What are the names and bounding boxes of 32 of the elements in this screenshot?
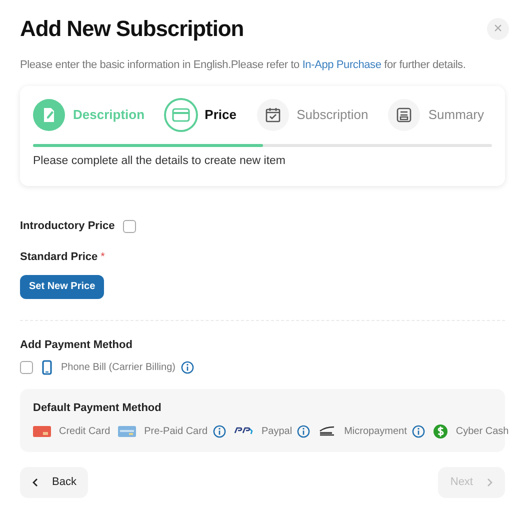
payment-method-label: Paypal — [262, 424, 292, 439]
payment-method-label: Pre-Paid Card — [144, 424, 208, 439]
card-icon — [118, 426, 136, 437]
required-mark: * — [100, 250, 105, 266]
intro-text: Please enter the basic information in English.Please refer to In-App Purchase for further details. — [20, 58, 467, 73]
in-app-purchase-link[interactable]: In-App Purchase — [302, 59, 382, 71]
checkbox[interactable] — [20, 361, 33, 374]
progress-hint: Please complete all the details to create new item — [33, 154, 286, 168]
phone-icon — [42, 360, 52, 376]
micropayment-icon — [318, 426, 336, 436]
credit-card-icon — [33, 426, 51, 437]
dollar-icon — [432, 424, 448, 439]
payment-method-label: Cyber Cash — [456, 424, 509, 439]
paypal-icon — [234, 427, 254, 436]
default-payment-method-title: Default Payment Method — [33, 401, 162, 416]
chevron-right-icon — [487, 478, 493, 487]
step-tab[interactable]: Summary — [388, 98, 484, 130]
close-button[interactable]: × — [487, 18, 509, 40]
back-button[interactable]: Back — [20, 466, 88, 498]
step-tab[interactable]: Description — [33, 98, 145, 130]
checkbox[interactable] — [122, 220, 136, 232]
add-payment-method-title: Add Payment Method — [20, 338, 134, 353]
introductory-price-label: Introductory Price — [20, 218, 115, 234]
set-new-price-button[interactable]: Set New Price — [20, 274, 104, 299]
payment-method-label: Credit Card — [59, 424, 110, 439]
standard-price-label: Standard Price — [20, 250, 98, 266]
step-tab[interactable]: Subscription — [256, 98, 368, 130]
chevron-left-icon — [32, 478, 38, 487]
payment-option-label: Phone Bill (Carrier Billing) — [61, 361, 176, 376]
step-tab[interactable]: Price — [164, 98, 236, 130]
dialog-title: Add New Subscription — [20, 15, 244, 43]
payment-method-label: Micropayment — [344, 424, 407, 439]
